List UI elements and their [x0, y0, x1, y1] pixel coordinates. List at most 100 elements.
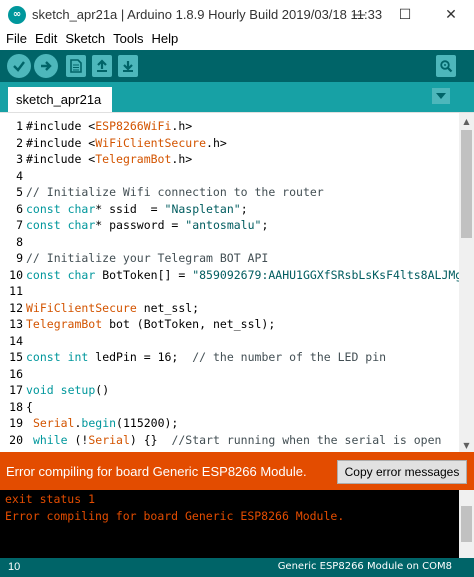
tab-sketch[interactable]: sketch_apr21a: [8, 87, 112, 112]
line-number: 6: [16, 201, 23, 216]
save-sketch-icon: [123, 61, 133, 72]
code-token: Serial: [32, 416, 75, 430]
line-number: 8: [16, 234, 23, 249]
code-line[interactable]: 12 WiFiClientSecure net_ssl;: [0, 300, 460, 317]
scroll-down-icon[interactable]: ▼: [459, 437, 474, 452]
code-token: const: [26, 267, 61, 282]
code-line[interactable]: 8: [0, 234, 460, 251]
code-token: void: [26, 383, 54, 397]
verify-button[interactable]: [7, 54, 31, 78]
code-line[interactable]: 4: [0, 168, 460, 185]
verify-check-icon: [13, 61, 25, 72]
code-line[interactable]: 16: [0, 366, 460, 383]
code-token: (): [95, 383, 110, 397]
code-token: TelegramBot: [95, 152, 172, 166]
tab-menu-button[interactable]: [432, 88, 450, 104]
code-line[interactable]: 3 #include <TelegramBot.h>: [0, 151, 460, 168]
close-button[interactable]: ✕: [428, 0, 474, 30]
code-line[interactable]: 1 #include <ESP8266WiFi.h>: [0, 118, 460, 135]
line-number: 1: [16, 119, 23, 133]
code-token: const: [26, 350, 61, 364]
tab-strip: sketch_apr21a: [0, 82, 474, 112]
code-token: "antosmalu": [185, 218, 262, 232]
code-line[interactable]: 7 const char* password = "antosmalu";: [0, 217, 460, 234]
line-number: 19: [9, 416, 23, 430]
code-token: Serial: [88, 432, 130, 447]
console-scrollbar[interactable]: [459, 490, 474, 558]
copy-error-messages-button[interactable]: Copy error messages: [337, 460, 467, 484]
save-sketch-button[interactable]: [118, 55, 138, 77]
menu-edit[interactable]: Edit: [31, 30, 61, 48]
code-line[interactable]: 2 #include <WiFiClientSecure.h>: [0, 135, 460, 152]
code-line[interactable]: 18{: [0, 399, 460, 416]
code-token: setup: [60, 383, 96, 397]
code-token: WiFiClientSecure: [26, 300, 137, 315]
code-token: const: [26, 218, 61, 232]
menu-sketch[interactable]: Sketch: [61, 30, 109, 48]
line-number: 2: [16, 135, 23, 150]
line-number: 4: [16, 168, 23, 183]
window-title: sketch_apr21a | Arduino 1.8.9 Hourly Bui…: [32, 7, 383, 22]
error-message: Error compiling for board Generic ESP826…: [6, 464, 307, 479]
code-line[interactable]: 17 void setup(): [0, 382, 460, 399]
minimize-button[interactable]: —: [336, 0, 382, 30]
code-token: TelegramBot: [26, 317, 103, 331]
scroll-up-icon[interactable]: ▲: [459, 113, 474, 129]
code-token: #include <: [26, 135, 96, 150]
line-number: 3: [16, 152, 23, 166]
console-output[interactable]: exit status 1 Error compiling for board …: [0, 490, 474, 558]
line-number: 17: [9, 383, 23, 397]
code-token: "Naspletan": [164, 201, 241, 216]
code-token: // the number of the LED pin: [192, 350, 387, 364]
code-line[interactable]: 10 const char BotToken[] = "859092679:AAH…: [0, 267, 462, 284]
code-token: WiFiClientSecure: [95, 135, 207, 150]
code-token: //Start running when the serial is open: [171, 432, 442, 447]
code-token: ledPin = 16;: [88, 350, 193, 364]
code-token: BotToken[] =: [95, 267, 193, 282]
code-area[interactable]: 1 #include <ESP8266WiFi.h> 2 #include <WiFi…: [0, 118, 462, 449]
code-line[interactable]: 19 Serial.begin(115200);: [0, 415, 460, 432]
editor-scroll-thumb[interactable]: [461, 130, 472, 238]
code-line[interactable]: 5// Initialize Wifi connection to the ro…: [0, 184, 460, 201]
maximize-button[interactable]: ☐: [382, 0, 428, 30]
code-line[interactable]: 15 const int ledPin = 16; // the number o…: [0, 349, 460, 366]
board-port-label: Generic ESP8266 Module on COM8: [277, 561, 452, 572]
line-number: 12: [9, 300, 23, 315]
serial-monitor-button[interactable]: [436, 55, 456, 77]
console-line: Error compiling for board Generic ESP826…: [5, 509, 345, 523]
code-token: int: [67, 350, 89, 364]
current-line-number: 10: [8, 561, 21, 573]
open-sketch-icon: [97, 59, 107, 72]
open-sketch-button[interactable]: [92, 55, 112, 77]
menu-file[interactable]: File: [0, 30, 31, 48]
line-number: 14: [9, 333, 23, 348]
upload-button[interactable]: [34, 54, 58, 78]
menu-tools[interactable]: Tools: [109, 30, 147, 48]
code-token: #include <: [26, 119, 96, 133]
code-line[interactable]: 13 TelegramBot bot (BotToken, net_ssl);: [0, 316, 460, 333]
title-bar: ∞ sketch_apr21a | Arduino 1.8.9 Hourly B…: [0, 0, 474, 30]
code-editor[interactable]: 1 #include <ESP8266WiFi.h> 2 #include <WiFi…: [0, 112, 474, 452]
menu-help[interactable]: Help: [147, 30, 182, 48]
code-line[interactable]: 14: [0, 333, 460, 350]
code-token: #include <: [26, 152, 96, 166]
code-token: begin: [81, 416, 117, 430]
code-token: ) {}: [129, 432, 172, 447]
code-line[interactable]: 11: [0, 283, 460, 300]
console-scroll-thumb[interactable]: [461, 506, 472, 542]
code-token: ;: [240, 201, 248, 216]
arduino-logo-icon: ∞: [8, 6, 26, 24]
editor-scrollbar[interactable]: ▲ ▼: [459, 113, 474, 452]
upload-arrow-icon: [41, 61, 52, 71]
code-token: ;: [261, 218, 269, 232]
line-number: 20: [9, 432, 23, 447]
code-line[interactable]: 9// Initialize your Telegram BOT API: [0, 250, 460, 267]
code-line[interactable]: 20 while (!Serial) {} //Start running wh…: [0, 432, 460, 449]
new-sketch-button[interactable]: [66, 55, 86, 77]
code-token: net_ssl;: [136, 300, 200, 315]
code-token: // Initialize your Telegram BOT API: [26, 251, 269, 265]
code-line[interactable]: 6 const char* ssid = "Naspletan";: [0, 201, 460, 218]
